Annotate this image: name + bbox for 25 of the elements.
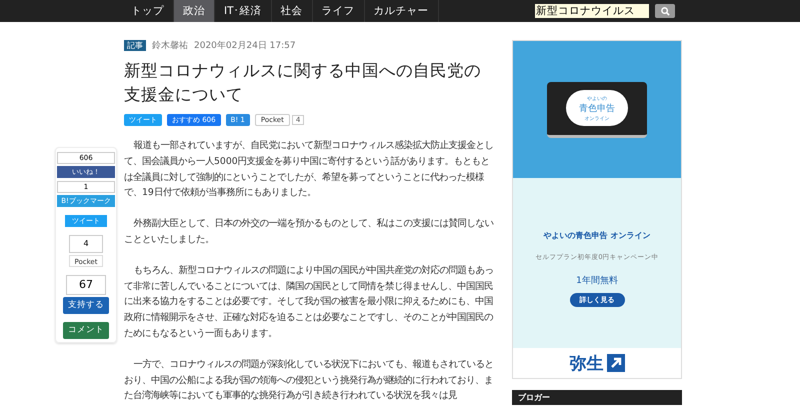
support-button[interactable]: 支持する — [63, 297, 109, 314]
post-date: 2020年02月24日 17:57 — [194, 40, 296, 52]
nav-tab[interactable]: 政治 — [174, 0, 215, 22]
pocket-count: 4 — [69, 235, 103, 253]
support-count: 67 — [66, 275, 106, 295]
sidebar-heading: ブロガー — [512, 390, 682, 405]
nav-tab[interactable]: 社会 — [272, 0, 313, 22]
article-paragraph: もちろん、新型コロナウィルスの問題により中国の国民が中国共産党の対応の問題もあって非常に苦しんでいることについては、隣国の国民として同情を禁じ得ませんし、中国国民に出来る協力をすることは必要です。そして我が国の被害を最小限に抑えるためにも、中国政府に情報開示をさせ、正確な対応を迫ることは必要なことですし、そのことが中国国民のためにもなるという一面もあります。 — [124, 264, 494, 341]
ad-headline: やよいの青色申告 オンライン — [544, 230, 650, 241]
author-name: 鈴木馨祐 — [152, 40, 188, 52]
brand-logo: 弥生 — [570, 352, 604, 374]
article-title: 新型コロナウィルスに関する中国への自民党の支援金について — [124, 60, 482, 106]
search-field[interactable]: 新型コロナウイルス — [535, 4, 649, 18]
search-button[interactable] — [655, 4, 675, 18]
category-badge: 記事 — [124, 40, 146, 51]
ad-offer: 1年間無料 — [576, 274, 618, 287]
nav-tab[interactable]: ライフ — [312, 0, 365, 22]
nav-tab[interactable]: カルチャー — [364, 0, 439, 22]
search-icon — [660, 6, 670, 16]
article-paragraph: 一方で、コロナウィルスの問題が深刻化している状況下においても、報道もされているとおり、中国の公船による我が国の領海への侵犯という挑発行為が継続的に行われており、また台湾海峡等においても軍事的な挑発行為が引き続き行われている状況を我々は見 — [124, 358, 494, 404]
comment-button[interactable]: コメント — [63, 322, 109, 339]
ad-image-title: 青色申告 — [579, 102, 615, 114]
article-paragraph: 報道も一部されていますが、自民党において新型コロナウィルス感染拡大防止支援金として、国会議員から一人5000円支援金を募り中国に寄付するという話があります。もともとは全議員に対して強制的にということでしたが、希望を募ってということに代わった模様で、19日付で依頼が当事務所にもありました。 — [124, 139, 494, 200]
article-paragraph: 外務副大臣として、日本の外交の一端を預かるものとして、私はこの支援には賛同しないことといたしました。 — [124, 217, 494, 247]
nav-tab[interactable]: IT･経済 — [215, 0, 272, 22]
